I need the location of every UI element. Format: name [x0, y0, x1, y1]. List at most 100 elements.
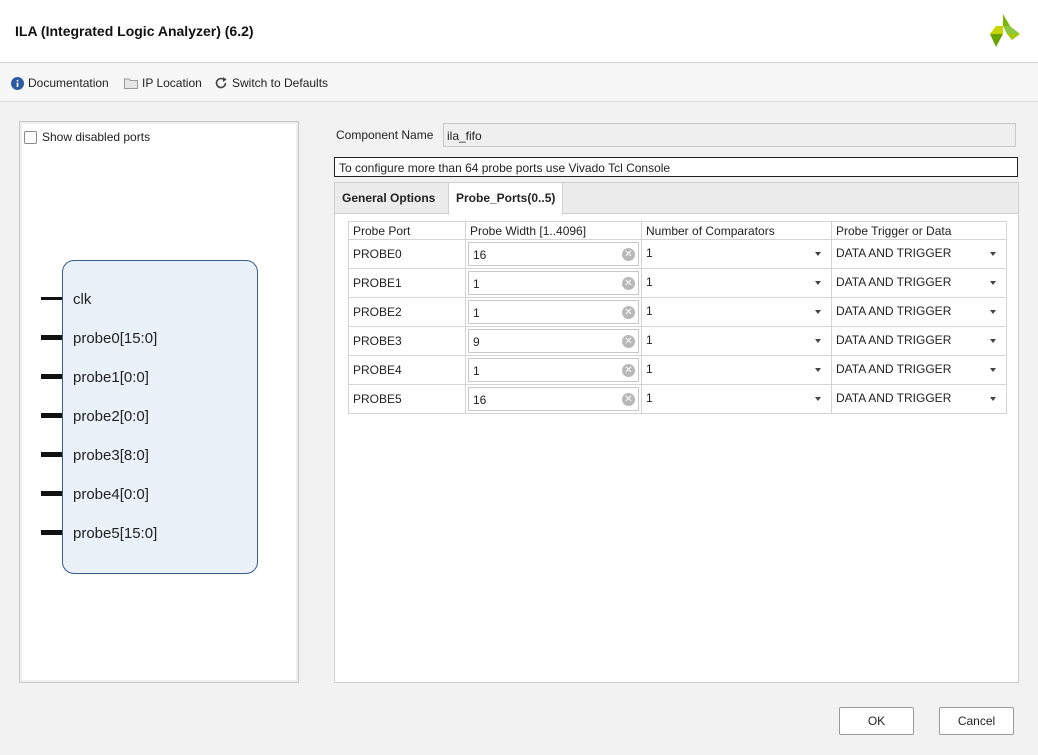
- comparators-select[interactable]: 1: [642, 328, 831, 354]
- comparators-value: 1: [646, 304, 653, 318]
- window-title: ILA (Integrated Logic Analyzer) (6.2): [15, 23, 254, 39]
- pin-line-probe3: [41, 452, 62, 457]
- symbol-panel: Show disabled ports clk probe0[15:0] pro…: [19, 121, 299, 683]
- pin-label-probe0: probe0[15:0]: [73, 330, 158, 347]
- trigger-data-value: DATA AND TRIGGER: [836, 304, 952, 318]
- comparators-value: 1: [646, 333, 653, 347]
- pin-line-clk: [41, 297, 62, 300]
- pin-label-probe3: probe3[8:0]: [73, 447, 149, 464]
- probe-width-value: 1: [473, 306, 480, 320]
- pin-line-probe1: [41, 374, 62, 379]
- pin-label-probe5: probe5[15:0]: [73, 525, 158, 542]
- checkbox-box[interactable]: [24, 130, 37, 144]
- probe-port-cell: PROBE2: [348, 297, 466, 327]
- switch-to-defaults-link[interactable]: Switch to Defaults: [214, 75, 328, 91]
- toolbar: Documentation IP Location Switch to Defa…: [0, 64, 1038, 102]
- col-header-probe-port: Probe Port: [348, 221, 466, 240]
- comparators-value: 1: [646, 362, 653, 376]
- table-row: PROBE5 16 ✕ 1 DATA AND TRIGGER: [348, 384, 1007, 414]
- switch-to-defaults-label: Switch to Defaults: [232, 76, 329, 90]
- trigger-data-select[interactable]: DATA AND TRIGGER: [832, 270, 1006, 296]
- trigger-data-value: DATA AND TRIGGER: [836, 362, 952, 376]
- refresh-icon: [214, 76, 228, 90]
- col-header-trigger-data: Probe Trigger or Data: [831, 221, 1007, 240]
- clear-icon[interactable]: ✕: [622, 277, 635, 290]
- component-name-label: Component Name: [336, 128, 434, 142]
- probe-width-input[interactable]: 16 ✕: [468, 387, 639, 411]
- col-header-comparators: Number of Comparators: [641, 221, 832, 240]
- clear-icon[interactable]: ✕: [622, 364, 635, 377]
- info-icon: [10, 76, 24, 90]
- chevron-down-icon: [815, 252, 821, 256]
- probe-width-input[interactable]: 1 ✕: [468, 358, 639, 382]
- documentation-link[interactable]: Documentation: [10, 75, 109, 91]
- pin-line-probe4: [41, 491, 62, 496]
- probe-port-cell: PROBE1: [348, 268, 466, 298]
- chevron-down-icon: [815, 397, 821, 401]
- pin-label-probe2: probe2[0:0]: [73, 408, 149, 425]
- trigger-data-value: DATA AND TRIGGER: [836, 246, 952, 260]
- probe-width-input[interactable]: 1 ✕: [468, 271, 639, 295]
- chevron-down-icon: [815, 339, 821, 343]
- chevron-down-icon: [990, 339, 996, 343]
- pin-line-probe0: [41, 335, 62, 340]
- trigger-data-select[interactable]: DATA AND TRIGGER: [832, 357, 1006, 383]
- comparators-value: 1: [646, 246, 653, 260]
- clear-icon[interactable]: ✕: [622, 248, 635, 261]
- trigger-data-select[interactable]: DATA AND TRIGGER: [832, 299, 1006, 325]
- tab-general-options[interactable]: General Options: [335, 183, 442, 214]
- ip-location-label: IP Location: [142, 76, 202, 90]
- trigger-data-value: DATA AND TRIGGER: [836, 275, 952, 289]
- pin-label-clk: clk: [73, 291, 92, 308]
- documentation-label: Documentation: [28, 76, 109, 90]
- table-row: PROBE1 1 ✕ 1 DATA AND TRIGGER: [348, 268, 1007, 298]
- chevron-down-icon: [815, 281, 821, 285]
- probe-width-value: 16: [473, 393, 487, 407]
- comparators-value: 1: [646, 391, 653, 405]
- chevron-down-icon: [990, 252, 996, 256]
- probe-ports-table: Probe Port Probe Width [1..4096] Number …: [348, 221, 1007, 414]
- chevron-down-icon: [815, 368, 821, 372]
- tab-probe-ports[interactable]: Probe_Ports(0..5): [448, 183, 564, 215]
- comparators-select[interactable]: 1: [642, 270, 831, 296]
- show-disabled-ports-label: Show disabled ports: [42, 130, 151, 144]
- comparators-select[interactable]: 1: [642, 357, 831, 383]
- chevron-down-icon: [990, 397, 996, 401]
- trigger-data-select[interactable]: DATA AND TRIGGER: [832, 328, 1006, 354]
- title-bar: ILA (Integrated Logic Analyzer) (6.2): [0, 0, 1038, 63]
- probe-width-value: 16: [473, 248, 487, 262]
- probe-port-cell: PROBE3: [348, 326, 466, 356]
- ok-button[interactable]: OK: [839, 707, 914, 735]
- trigger-data-value: DATA AND TRIGGER: [836, 333, 952, 347]
- probe-width-input[interactable]: 9 ✕: [468, 329, 639, 353]
- cancel-button[interactable]: Cancel: [939, 707, 1014, 735]
- table-row: PROBE4 1 ✕ 1 DATA AND TRIGGER: [348, 355, 1007, 385]
- comparators-select[interactable]: 1: [642, 386, 831, 412]
- trigger-data-select[interactable]: DATA AND TRIGGER: [832, 386, 1006, 412]
- probe-width-value: 1: [473, 277, 480, 291]
- probe-width-input[interactable]: 16 ✕: [468, 242, 639, 266]
- probe-port-cell: PROBE0: [348, 239, 466, 269]
- clear-icon[interactable]: ✕: [622, 335, 635, 348]
- comparators-select[interactable]: 1: [642, 241, 831, 267]
- table-row: PROBE3 9 ✕ 1 DATA AND TRIGGER: [348, 326, 1007, 356]
- trigger-data-select[interactable]: DATA AND TRIGGER: [832, 241, 1006, 267]
- comparators-select[interactable]: 1: [642, 299, 831, 325]
- pin-line-probe5: [41, 530, 62, 535]
- table-header-row: Probe Port Probe Width [1..4096] Number …: [348, 221, 1007, 240]
- ila-block-symbol: clk probe0[15:0] probe1[0:0] probe2[0:0]…: [62, 260, 258, 574]
- comparators-value: 1: [646, 275, 653, 289]
- pin-label-probe1: probe1[0:0]: [73, 369, 149, 386]
- table-row: PROBE0 16 ✕ 1 DATA AND TRIGGER: [348, 239, 1007, 269]
- pin-line-probe2: [41, 413, 62, 418]
- clear-icon[interactable]: ✕: [622, 393, 635, 406]
- clear-icon[interactable]: ✕: [622, 306, 635, 319]
- tabs-frame: General Options Probe_Ports(0..5) Probe …: [334, 182, 1019, 683]
- show-disabled-ports-checkbox[interactable]: Show disabled ports: [24, 130, 150, 144]
- ip-location-link[interactable]: IP Location: [124, 75, 202, 91]
- col-header-probe-width: Probe Width [1..4096]: [465, 221, 642, 240]
- probe-width-input[interactable]: 1 ✕: [468, 300, 639, 324]
- pin-label-probe4: probe4[0:0]: [73, 486, 149, 503]
- component-name-field[interactable]: ila_fifo: [443, 123, 1016, 147]
- xilinx-logo-icon: [990, 14, 1020, 47]
